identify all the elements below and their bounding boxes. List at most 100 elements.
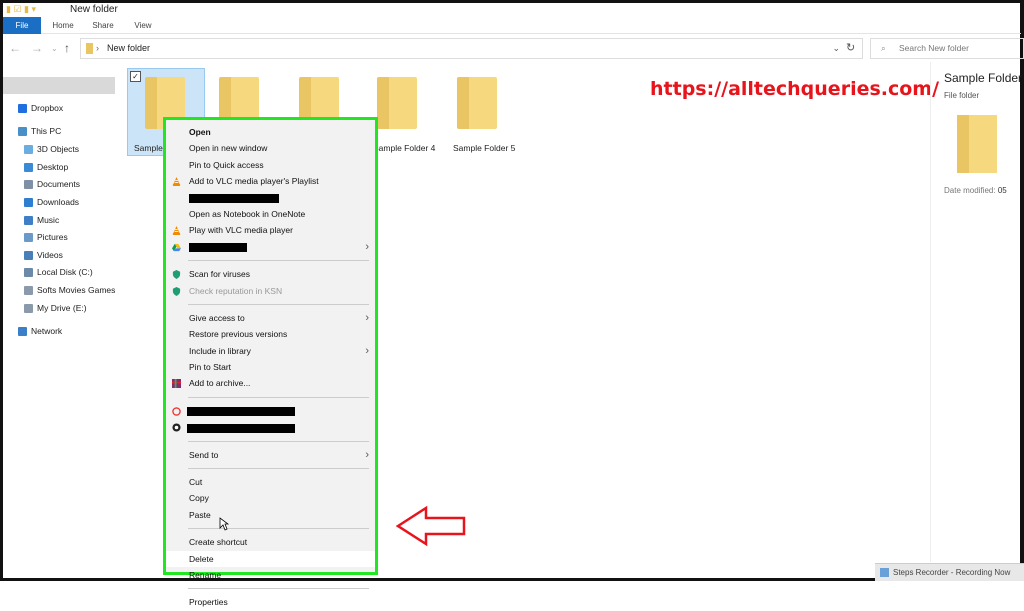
menu-item-delete[interactable]: Delete — [166, 550, 375, 567]
sidebar-item-my-drive-e-[interactable]: My Drive (E:) — [24, 300, 87, 316]
drive-icon — [24, 267, 33, 277]
sidebar-item-label: Pictures — [37, 232, 68, 242]
menu-item-label: Add to VLC media player's Playlist — [189, 176, 319, 187]
folder-icon[interactable] — [377, 77, 417, 129]
menu-item-send-to[interactable]: Send to › — [166, 447, 375, 463]
taskbar-steps-recorder[interactable]: Steps Recorder - Recording Now — [875, 563, 1024, 581]
menu-item-include-in-library[interactable]: Include in library › — [166, 343, 375, 359]
refresh-icon[interactable]: ↻ — [846, 41, 855, 54]
sidebar-item-desktop[interactable]: Desktop — [24, 159, 68, 175]
drive-icon — [24, 303, 33, 313]
menu-item-redacted[interactable] — [166, 419, 375, 435]
menu-item-properties[interactable]: Properties — [166, 594, 375, 610]
menu-item-label: Play with VLC media player — [189, 225, 293, 236]
menu-item-open-in-new-window[interactable]: Open in new window — [166, 140, 375, 156]
back-icon[interactable]: ← — [9, 41, 21, 55]
tab-share[interactable]: Share — [87, 17, 119, 34]
sidebar-item-label: This PC — [31, 126, 62, 136]
checkbox-checked-icon[interactable]: ✓ — [130, 71, 141, 82]
tab-view[interactable]: View — [127, 17, 159, 34]
menu-item-paste[interactable]: Paste — [166, 507, 375, 523]
menu-item-redacted[interactable]: › — [166, 239, 375, 255]
sidebar-item-this-pc[interactable]: This PC — [18, 123, 61, 139]
music-icon — [24, 215, 33, 225]
menu-item-pin-to-quick-access[interactable]: Pin to Quick access — [166, 157, 375, 173]
tab-home[interactable]: Home — [47, 17, 79, 34]
details-name: Sample Folder — [944, 71, 1023, 85]
mouse-cursor-icon — [219, 517, 229, 531]
sidebar-item-softs-movies-games[interactable]: Softs Movies Games — [24, 282, 115, 298]
menu-item-redacted[interactable] — [166, 403, 375, 419]
menu-item-add-to-vlc-media-player-s-playlist[interactable]: Add to VLC media player's Playlist — [166, 173, 375, 189]
vlc-icon — [172, 177, 181, 187]
folder-icon — [86, 43, 93, 54]
sidebar-item-label: Local Disk (C:) — [37, 267, 93, 277]
cube-icon — [24, 144, 33, 154]
sidebar-item-documents[interactable]: Documents — [24, 176, 80, 192]
menu-item-label: Open in new window — [189, 143, 268, 154]
menu-item-pin-to-start[interactable]: Pin to Start — [166, 359, 375, 375]
menu-item-label: Pin to Start — [189, 362, 232, 373]
forward-icon[interactable]: → — [31, 41, 43, 55]
redacted-label — [187, 423, 295, 433]
folder-label[interactable]: Sample Folder 4 — [373, 143, 435, 153]
sidebar-item-music[interactable]: Music — [24, 212, 59, 228]
menu-item-give-access-to[interactable]: Give access to › — [166, 310, 375, 326]
sidebar-item-label: Network — [31, 326, 63, 336]
sidebar-item-3d-objects[interactable]: 3D Objects — [24, 141, 79, 157]
quick-access-toolbar[interactable]: ▮ ☑ ▮ ▾ — [6, 4, 36, 15]
search-icon: ⌕ — [881, 43, 886, 53]
menu-separator — [188, 303, 369, 305]
red-arrow-annotation — [396, 505, 466, 547]
menu-item-scan-for-viruses[interactable]: Scan for viruses — [166, 266, 375, 282]
sidebar-item-dropbox[interactable]: Dropbox — [18, 100, 63, 116]
address-bar[interactable]: › New folder ⌄ — [80, 38, 863, 59]
pictures-icon — [24, 232, 33, 242]
sidebar-item-local-disk-c-[interactable]: Local Disk (C:) — [24, 264, 93, 280]
folder-label[interactable]: Sample Folder 5 — [453, 143, 515, 153]
menu-item-label: Check reputation in KSN — [189, 285, 283, 296]
app-icon-dark — [172, 423, 181, 432]
folder-icon[interactable] — [457, 77, 497, 129]
sidebar-item-label: Documents — [37, 179, 80, 189]
sidebar-item-pictures[interactable]: Pictures — [24, 229, 68, 245]
kaspersky-shield-icon — [172, 286, 181, 296]
menu-item-add-to-archive[interactable]: Add to archive... — [166, 375, 375, 391]
menu-item-restore-previous-versions[interactable]: Restore previous versions — [166, 326, 375, 342]
sidebar-item-downloads[interactable]: Downloads — [24, 194, 79, 210]
menu-separator — [188, 396, 369, 398]
address-dropdown-icon[interactable]: ⌄ — [832, 39, 840, 58]
tab-file[interactable]: File — [3, 17, 41, 34]
up-icon[interactable]: ↑ — [64, 41, 70, 55]
window-title: New folder — [70, 4, 118, 15]
menu-item-play-with-vlc-media-player[interactable]: Play with VLC media player — [166, 222, 375, 238]
redacted-label — [189, 242, 247, 252]
recent-dropdown-icon[interactable]: ⌄ — [51, 44, 58, 53]
menu-item-cut[interactable]: Cut — [166, 474, 375, 490]
menu-item-redacted[interactable] — [166, 190, 375, 206]
menu-item-create-shortcut[interactable]: Create shortcut — [166, 534, 375, 550]
menu-separator — [188, 528, 369, 530]
breadcrumb[interactable]: New folder — [107, 43, 150, 53]
search-input[interactable]: ⌕ Search New folder — [870, 38, 1024, 59]
network-icon — [18, 326, 27, 336]
menu-item-copy[interactable]: Copy — [166, 490, 375, 506]
winrar-icon — [172, 379, 181, 389]
folder-label[interactable]: Sample — [134, 143, 163, 153]
menu-item-open-as-notebook-in-onenote[interactable]: Open as Notebook in OneNote — [166, 206, 375, 222]
sidebar-item-network[interactable]: Network — [18, 323, 62, 339]
app-icon-red — [172, 407, 181, 416]
sidebar-item-label: Videos — [37, 250, 63, 260]
details-type: File folder — [944, 91, 980, 100]
menu-item-label: Send to — [189, 449, 219, 460]
pane-divider[interactable] — [930, 62, 931, 562]
menu-item-label: Restore previous versions — [189, 329, 288, 340]
sidebar-item-videos[interactable]: Videos — [24, 247, 63, 263]
video-icon — [24, 250, 33, 260]
redacted-label — [187, 407, 295, 417]
menu-item-open[interactable]: Open — [166, 124, 375, 140]
sidebar-item-label: 3D Objects — [37, 144, 80, 154]
sidebar-item-label: Softs Movies Games — [37, 285, 116, 295]
quick-access-selection — [3, 77, 115, 94]
menu-item-label: Copy — [189, 493, 209, 504]
